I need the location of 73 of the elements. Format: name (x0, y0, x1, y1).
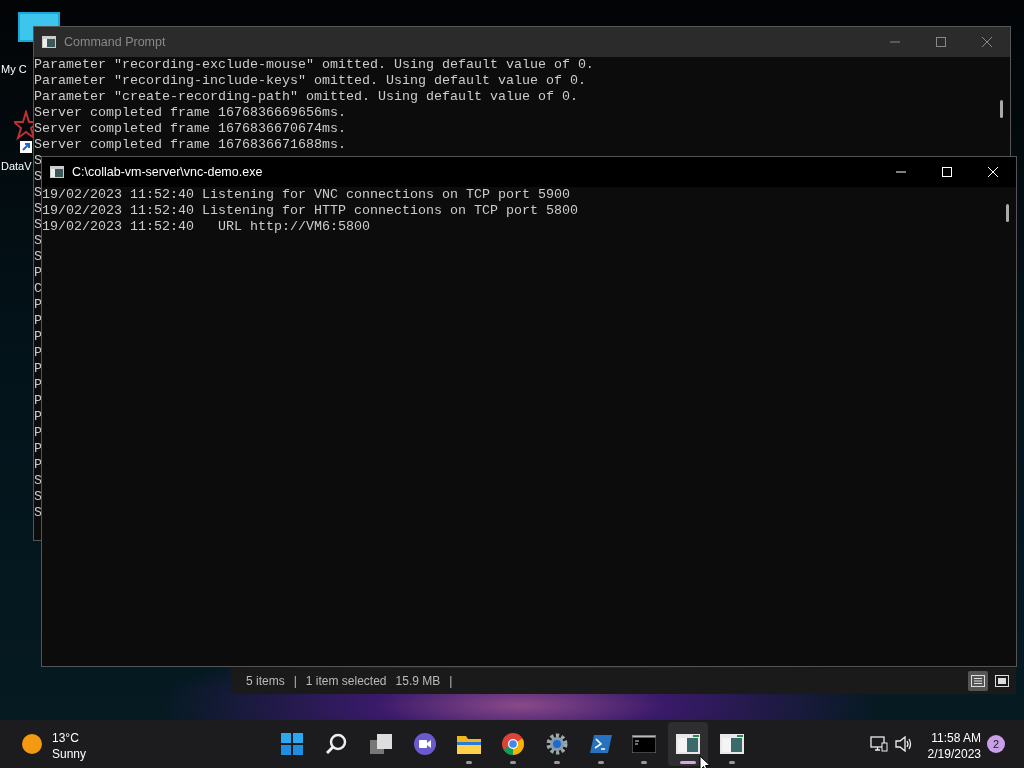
console-line: 19/02/2023 11:52:40 Listening for HTTP connections on TCP port 5800 (42, 203, 578, 219)
console-line: S (34, 473, 42, 489)
console-line: S (34, 201, 42, 217)
scrollbar-thumb[interactable] (1000, 100, 1003, 118)
console-line: Server completed frame 1676836670674ms. (34, 121, 346, 137)
window-title: Command Prompt (64, 33, 166, 51)
file-size: 15.9 MB (395, 673, 441, 690)
console-line: S (34, 169, 42, 185)
console-line: P (34, 313, 42, 329)
sun-icon[interactable] (22, 734, 42, 754)
window-icon (720, 734, 744, 754)
folder-icon (457, 734, 481, 754)
start-icon (281, 733, 303, 755)
console-line: 19/02/2023 11:52:40 URL http://VM6:5800 (42, 219, 370, 235)
desktop-icon-label[interactable]: My C (1, 61, 27, 78)
console-line: S (34, 505, 42, 521)
clock-date[interactable]: 2/19/2023 (927, 745, 981, 763)
console-line: Server completed frame 1676836671688ms. (34, 137, 346, 153)
chat-icon (414, 733, 436, 755)
selection-text: 1 item selected (305, 673, 387, 690)
taskbar-window-button[interactable] (668, 722, 708, 766)
console-line: P (34, 297, 42, 313)
console-line: P (34, 265, 42, 281)
separator: | (293, 673, 297, 690)
console-line: P (34, 377, 42, 393)
gear-icon (546, 733, 568, 755)
tiles-view-icon (998, 678, 1006, 684)
console-line: S (34, 185, 42, 201)
volume-icon[interactable] (895, 736, 913, 752)
desktop-icon-label[interactable]: DataV (1, 158, 32, 175)
shell-icon (590, 735, 612, 753)
console-line: P (34, 425, 42, 441)
terminal-icon (632, 735, 656, 753)
console-line: P (34, 409, 42, 425)
console-line: P (34, 329, 42, 345)
search-icon (326, 733, 348, 755)
window-icon (676, 734, 700, 754)
console-line: Server completed frame 1676836669656ms. (34, 105, 346, 121)
maximize-icon (941, 166, 953, 178)
console-line: P (34, 457, 42, 473)
console-line: P (34, 345, 42, 361)
notification-badge[interactable]: 2 (987, 735, 1005, 753)
weather-condition[interactable]: Sunny (52, 745, 87, 763)
console-line: S (34, 249, 42, 265)
window-title: C:\collab-vm-server\vnc-demo.exe (72, 163, 263, 181)
window-icon (50, 166, 64, 178)
console-line: S (34, 489, 42, 505)
cursor-icon (699, 755, 711, 768)
scrollbar-thumb[interactable] (1006, 204, 1009, 222)
maximize-icon (935, 36, 947, 48)
temperature[interactable]: 13°C (52, 729, 79, 747)
console-line: P (34, 393, 42, 409)
details-view-icon (971, 675, 985, 687)
console-line: Parameter "create-recording-path" omitted. Using default value of 0. (34, 89, 578, 105)
task-view-icon (370, 734, 392, 754)
close-icon (987, 166, 999, 178)
console-line: S (34, 217, 42, 233)
item-count: 5 items (246, 673, 285, 690)
console-line: Parameter "recording-include-keys" omitted. Using default value of 0. (34, 73, 586, 89)
console-line: C (34, 281, 42, 297)
console-line: 19/02/2023 11:52:40 Listening for VNC connections on TCP port 5900 (42, 187, 570, 203)
network-icon[interactable] (870, 736, 888, 752)
browser-icon (502, 733, 524, 755)
separator: | (449, 673, 453, 690)
console-line: S (34, 233, 42, 249)
console-line: P (34, 361, 42, 377)
console-line: Parameter "recording-exclude-mouse" omitted. Using default value of 0. (34, 57, 594, 73)
details-view-button[interactable] (968, 671, 988, 691)
console-line: P (34, 441, 42, 457)
console-line: S (34, 153, 42, 169)
window-icon (42, 36, 56, 48)
clock-time[interactable]: 11:58 AM (931, 729, 981, 747)
close-icon (981, 36, 993, 48)
